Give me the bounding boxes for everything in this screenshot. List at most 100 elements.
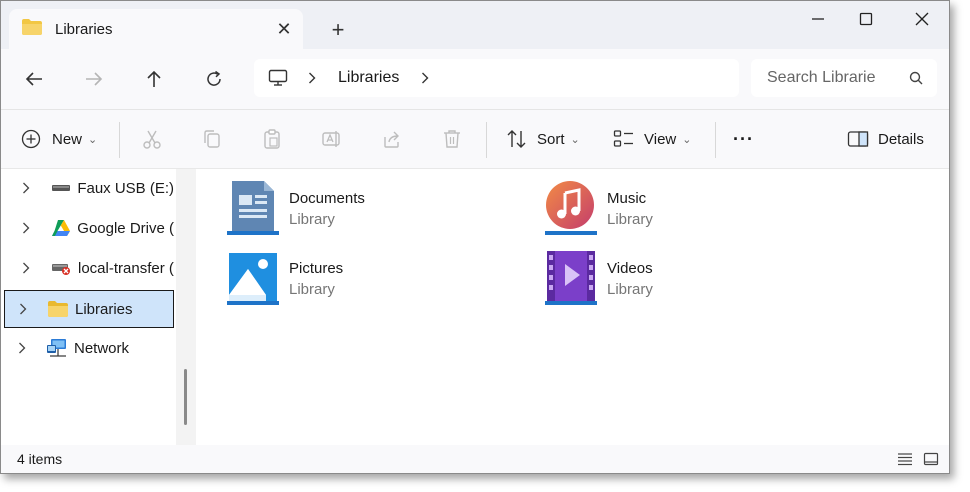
search-box[interactable]: Search Librarie bbox=[751, 59, 937, 97]
sidebar-item-label: Libraries bbox=[75, 300, 133, 318]
library-item-documents[interactable]: Documents Library bbox=[226, 179, 526, 239]
library-type: Library bbox=[607, 281, 653, 298]
library-type: Library bbox=[289, 211, 335, 228]
rename-button[interactable] bbox=[321, 124, 343, 154]
close-icon bbox=[915, 12, 929, 26]
new-button[interactable]: New ⌄ bbox=[21, 124, 97, 154]
refresh-icon bbox=[207, 70, 221, 86]
details-label: Details bbox=[878, 130, 924, 148]
scrollbar-thumb[interactable] bbox=[184, 369, 187, 425]
library-item-music[interactable]: Music Library bbox=[544, 179, 844, 239]
music-library-icon bbox=[545, 181, 597, 235]
file-explorer-window: Libraries ✕ + Libraries Search Librarie … bbox=[0, 0, 950, 474]
breadcrumb-item-libraries[interactable]: Libraries bbox=[338, 69, 399, 87]
arrow-up-icon bbox=[147, 70, 161, 87]
libraries-folder-icon bbox=[47, 299, 69, 319]
up-button[interactable] bbox=[139, 65, 169, 93]
sort-label: Sort bbox=[537, 130, 565, 148]
maximize-icon bbox=[859, 12, 873, 26]
copy-button[interactable] bbox=[201, 124, 223, 154]
file-list: Documents Library Music Library Pictures… bbox=[196, 169, 949, 445]
new-tab-button[interactable]: + bbox=[325, 17, 351, 43]
chevron-down-icon: ⌄ bbox=[88, 133, 98, 146]
paste-icon bbox=[264, 129, 280, 149]
cut-icon bbox=[143, 130, 161, 149]
rename-icon bbox=[322, 131, 340, 147]
network-drive-disconnected-icon bbox=[50, 258, 72, 278]
library-type: Library bbox=[289, 281, 335, 298]
minimize-button[interactable] bbox=[795, 7, 841, 31]
sidebar-item-libraries[interactable]: Libraries bbox=[4, 290, 174, 328]
chevron-right-icon[interactable] bbox=[421, 72, 429, 84]
view-icon bbox=[613, 130, 633, 147]
chevron-right-icon[interactable] bbox=[22, 182, 36, 194]
trash-icon bbox=[444, 130, 460, 148]
sidebar-item-network[interactable]: Network bbox=[4, 329, 174, 367]
google-drive-icon bbox=[50, 218, 72, 238]
delete-button[interactable] bbox=[441, 124, 463, 154]
search-icon bbox=[909, 71, 923, 85]
list-view-icon bbox=[898, 453, 912, 466]
sidebar-item-label: Network bbox=[74, 339, 130, 357]
minimize-icon bbox=[812, 18, 824, 20]
breadcrumb[interactable]: Libraries bbox=[254, 59, 739, 97]
sidebar-scrollbar[interactable] bbox=[176, 169, 196, 445]
network-icon bbox=[46, 338, 68, 358]
chevron-right-icon[interactable] bbox=[22, 222, 36, 234]
sidebar-item-google-drive[interactable]: Google Drive ( bbox=[4, 209, 174, 247]
this-pc-icon[interactable] bbox=[268, 69, 288, 87]
library-name: Documents bbox=[289, 190, 365, 207]
view-label: View bbox=[644, 130, 677, 148]
sort-icon bbox=[507, 130, 526, 148]
sidebar-item-faux-usb[interactable]: Faux USB (E:) bbox=[4, 169, 174, 207]
toolbar-divider bbox=[715, 122, 716, 158]
cut-button[interactable] bbox=[141, 124, 163, 154]
tab-close-button[interactable]: ✕ bbox=[271, 16, 297, 42]
title-bar: Libraries ✕ + bbox=[1, 1, 949, 49]
toolbar-divider bbox=[486, 122, 487, 158]
share-button[interactable] bbox=[381, 124, 403, 154]
status-bar: 4 items bbox=[1, 445, 949, 473]
details-view-button[interactable] bbox=[895, 449, 915, 469]
videos-library-icon bbox=[545, 251, 597, 305]
sidebar-item-label: Google Drive ( bbox=[77, 219, 174, 237]
chevron-right-icon[interactable] bbox=[19, 303, 33, 315]
chevron-down-icon: ⌄ bbox=[682, 133, 692, 146]
copy-icon bbox=[204, 130, 220, 148]
more-options-button[interactable]: ··· bbox=[733, 124, 754, 154]
view-button[interactable]: View ⌄ bbox=[613, 124, 691, 154]
library-item-videos[interactable]: Videos Library bbox=[544, 249, 844, 309]
paste-button[interactable] bbox=[261, 124, 283, 154]
details-button[interactable]: Details bbox=[847, 124, 924, 154]
arrow-left-icon bbox=[25, 72, 42, 86]
chevron-right-icon[interactable] bbox=[18, 342, 32, 354]
address-bar: Libraries Search Librarie bbox=[1, 49, 949, 110]
item-count: 4 items bbox=[17, 451, 63, 467]
library-name: Videos bbox=[607, 260, 653, 277]
tab-title: Libraries bbox=[55, 20, 113, 38]
tiles-view-button[interactable] bbox=[921, 449, 941, 469]
sidebar-item-local-transfer[interactable]: local-transfer ( bbox=[4, 249, 174, 287]
details-pane-icon bbox=[847, 131, 869, 147]
close-window-button[interactable] bbox=[899, 7, 945, 31]
maximize-button[interactable] bbox=[843, 7, 889, 31]
tab-libraries[interactable]: Libraries ✕ bbox=[9, 9, 303, 49]
search-input[interactable]: Search Librarie bbox=[767, 69, 909, 87]
chevron-right-icon[interactable] bbox=[308, 72, 316, 84]
plus-circle-icon bbox=[21, 129, 41, 149]
new-label: New bbox=[52, 130, 83, 148]
usb-drive-icon bbox=[50, 178, 72, 198]
arrow-right-icon bbox=[86, 72, 103, 86]
folder-icon bbox=[21, 18, 43, 41]
command-bar: New ⌄ Sort ⌄ View ⌄ ··· Details bbox=[1, 110, 949, 169]
library-item-pictures[interactable]: Pictures Library bbox=[226, 249, 526, 309]
toolbar-divider bbox=[119, 122, 120, 158]
refresh-button[interactable] bbox=[199, 65, 229, 93]
share-icon bbox=[384, 131, 399, 148]
sidebar-item-label: Faux USB (E:) bbox=[77, 179, 174, 197]
library-name: Pictures bbox=[289, 260, 344, 277]
back-button[interactable] bbox=[19, 65, 49, 93]
chevron-right-icon[interactable] bbox=[22, 262, 36, 274]
sort-button[interactable]: Sort ⌄ bbox=[506, 124, 580, 154]
forward-button[interactable] bbox=[79, 65, 109, 93]
